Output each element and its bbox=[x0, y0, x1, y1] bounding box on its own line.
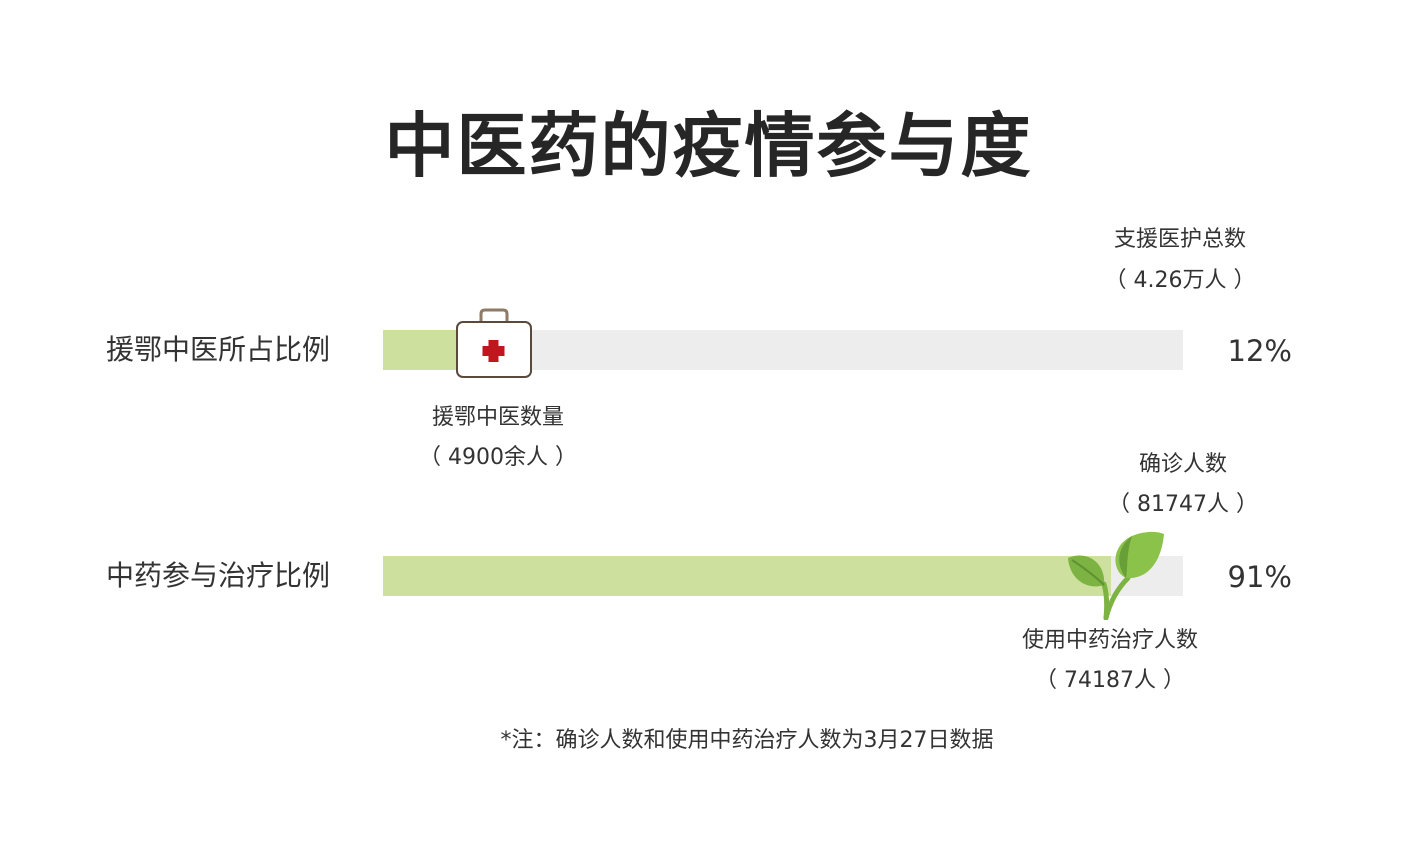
value-label-tcm-share: 12% bbox=[1227, 334, 1292, 368]
tcm-medics-title: 援鄂中医数量 bbox=[431, 405, 564, 430]
row-label-tcm-share: 援鄂中医所占比例 bbox=[106, 333, 331, 366]
total-medics-title: 支援医护总数 bbox=[1113, 227, 1246, 252]
herbal-patients-value: （ 74187人 ） bbox=[1035, 668, 1185, 693]
chart-title: 中医药的疫情参与度 bbox=[384, 105, 1033, 187]
value-label-herbal-treatment: 91% bbox=[1227, 560, 1292, 594]
footnote: *注：确诊人数和使用中药治疗人数为3月27日数据 bbox=[500, 728, 994, 753]
row-label-herbal-treatment: 中药参与治疗比例 bbox=[106, 559, 331, 592]
confirmed-cases-title: 确诊人数 bbox=[1138, 452, 1227, 477]
herbal-patients-title: 使用中药治疗人数 bbox=[1021, 628, 1198, 653]
bar-fill-herbal-treatment bbox=[383, 556, 1111, 596]
medical-kit-icon bbox=[456, 308, 532, 378]
confirmed-cases-value: （ 81747人 ） bbox=[1108, 492, 1258, 517]
sprout-icon bbox=[1068, 531, 1164, 620]
total-medics-value: （ 4.26万人 ） bbox=[1104, 268, 1256, 293]
tcm-medics-value: （ 4900余人 ） bbox=[419, 445, 577, 470]
